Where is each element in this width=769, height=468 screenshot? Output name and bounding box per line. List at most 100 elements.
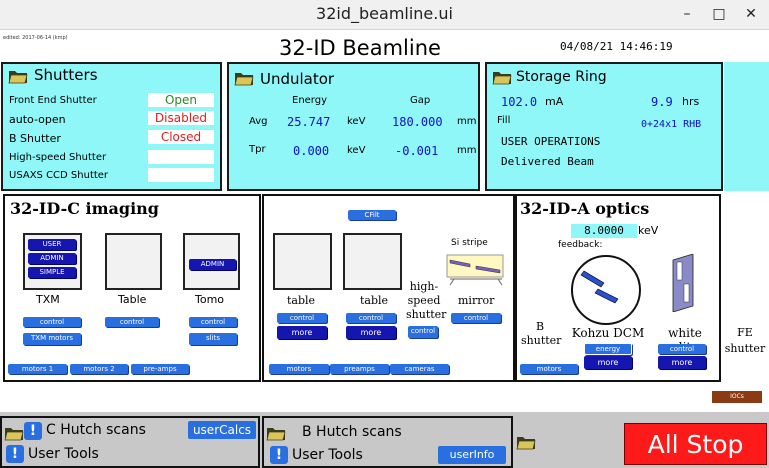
table-1-more-button[interactable]: more (277, 326, 327, 339)
motors-2-button[interactable]: motors 2 (70, 364, 128, 374)
si-stripe-label: Si stripe (451, 238, 488, 248)
usaxs-ccd-shutter-status (148, 168, 214, 182)
folder-icon[interactable] (234, 70, 254, 86)
a-motors-button[interactable]: motors (520, 364, 578, 374)
folder-icon[interactable] (516, 434, 536, 450)
b-preamps-button[interactable]: preamps (330, 364, 389, 374)
maximize-button[interactable]: □ (708, 3, 730, 25)
info-icon[interactable]: ! (270, 446, 288, 464)
front-end-shutter-status: Open (148, 93, 214, 107)
table-control-button[interactable]: control (105, 317, 159, 327)
slits-button[interactable]: slits (189, 333, 237, 345)
tomo-label: Tomo (195, 293, 225, 306)
gap-header: Gap (410, 95, 431, 106)
tpr-label: Tpr (249, 144, 266, 155)
dcm-more-button[interactable]: more (584, 356, 632, 369)
txm-label: TXM (36, 293, 60, 306)
table-2-box (343, 233, 402, 290)
shutters-title: Shutters (34, 66, 98, 84)
slits-more-button[interactable]: more (658, 356, 706, 369)
b-hutch-scans-label: B Hutch scans (302, 424, 402, 440)
title-bar: 32id_beamline.ui – □ ✕ (0, 0, 769, 30)
iocs-button[interactable]: IOCs (712, 391, 762, 403)
ring-current-unit: mA (545, 95, 564, 108)
tpr-gap-value: -0.001 (395, 144, 439, 158)
all-stop-button[interactable]: All Stop (624, 423, 767, 465)
user-calcs-button[interactable]: userCalcs (188, 421, 256, 439)
energy-readback: 8.0000 (571, 224, 637, 238)
c-imaging-title: 32-ID-C imaging (10, 199, 159, 218)
c-imaging-panel: 32-ID-C imaging USER ADMIN SIMPLE ADMIN … (3, 194, 261, 382)
txm-user-button[interactable]: USER (28, 239, 76, 250)
dcm-icon (571, 255, 641, 325)
avg-gap-value: 180.000 (392, 115, 443, 129)
storage-ring-panel: Storage Ring 102.0 mA 9.9 hrs Fill 0+24x… (485, 62, 723, 191)
hs-shutter-control-button[interactable]: control (408, 326, 438, 338)
tomo-admin-button[interactable]: ADMIN (189, 259, 236, 270)
high-speed-shutter-label-2: speed (407, 294, 441, 307)
high-speed-shutter-label-3: shutter (406, 308, 447, 321)
shutters-panel: Shutters Front End Shutter Open auto-ope… (1, 62, 222, 191)
fill-label: Fill (497, 115, 511, 126)
pre-amps-button[interactable]: pre-amps (131, 364, 189, 374)
avg-energy-value: 25.747 (287, 115, 331, 129)
user-info-button[interactable]: userInfo (438, 446, 506, 464)
fe-shutter-label-2: shutter (724, 342, 766, 355)
folder-icon[interactable] (4, 425, 24, 441)
energy-button[interactable]: energy (584, 343, 632, 355)
c-hutch-scans-panel: ! C Hutch scans userCalcs ! User Tools (0, 416, 260, 468)
user-tools-label: User Tools (28, 446, 99, 462)
avg-label: Avg (249, 116, 268, 127)
ring-status-beam: Delivered Beam (501, 155, 594, 168)
usaxs-ccd-shutter-label: USAXS CCD Shutter (9, 170, 109, 181)
table-box (105, 233, 162, 290)
storage-ring-title: Storage Ring (516, 69, 607, 85)
info-icon[interactable]: ! (24, 422, 42, 440)
table-1-label: table (287, 294, 316, 307)
table-1-box (273, 233, 332, 290)
slits-control-button[interactable]: control (658, 344, 706, 354)
undulator-title: Undulator (260, 70, 335, 88)
b-shutter-a-label-1: B (535, 320, 545, 333)
b-hutch-scans-panel: B Hutch scans ! User Tools userInfo (262, 416, 513, 468)
cfilt-button[interactable]: CFilt (348, 210, 396, 220)
auto-open-status: Disabled (148, 111, 214, 125)
avg-energy-unit: keV (347, 116, 366, 127)
tpr-energy-value: 0.000 (293, 144, 330, 158)
energy-header: Energy (292, 95, 328, 106)
cameras-button[interactable]: cameras (390, 364, 449, 374)
high-speed-shutter-label: High-speed Shutter (9, 152, 107, 163)
cyan-strip (724, 62, 769, 191)
table-label: Table (118, 293, 147, 306)
txm-simple-button[interactable]: SIMPLE (28, 267, 76, 278)
tomo-control-button[interactable]: control (189, 317, 237, 327)
txm-admin-button[interactable]: ADMIN (28, 253, 76, 264)
txm-motors-button[interactable]: TXM motors (23, 333, 81, 345)
ring-lifetime-value: 9.9 (651, 95, 673, 109)
close-button[interactable]: ✕ (740, 3, 762, 25)
tpr-gap-unit: mm (457, 145, 477, 156)
txm-box: USER ADMIN SIMPLE (23, 233, 82, 290)
mirror-control-button[interactable]: control (451, 313, 501, 323)
table-2-control-button[interactable]: control (346, 313, 396, 323)
txm-control-button[interactable]: control (23, 317, 81, 327)
fill-pattern-value: 0+24x1 RHB (641, 119, 702, 130)
mirror-icon (446, 254, 504, 286)
table-1-control-button[interactable]: control (277, 313, 327, 323)
ring-status-operations: USER OPERATIONS (501, 135, 601, 148)
motors-1-button[interactable]: motors 1 (8, 364, 67, 374)
b-motors-button[interactable]: motors (269, 364, 329, 374)
b-shutter-status: Closed (148, 130, 214, 144)
folder-icon[interactable] (266, 425, 286, 441)
ring-lifetime-unit: hrs (682, 95, 700, 108)
folder-icon[interactable] (8, 68, 28, 84)
minimize-button[interactable]: – (676, 3, 698, 25)
folder-icon[interactable] (492, 69, 512, 85)
table-2-more-button[interactable]: more (346, 326, 396, 339)
avg-gap-unit: mm (457, 116, 477, 127)
user-tools-label-2: User Tools (292, 447, 363, 463)
page-title: 32-ID Beamline (279, 36, 441, 60)
info-icon[interactable]: ! (6, 445, 24, 463)
high-speed-shutter-label-1: high- (409, 280, 439, 293)
b-shutter-a-label-2: shutter (521, 334, 562, 347)
